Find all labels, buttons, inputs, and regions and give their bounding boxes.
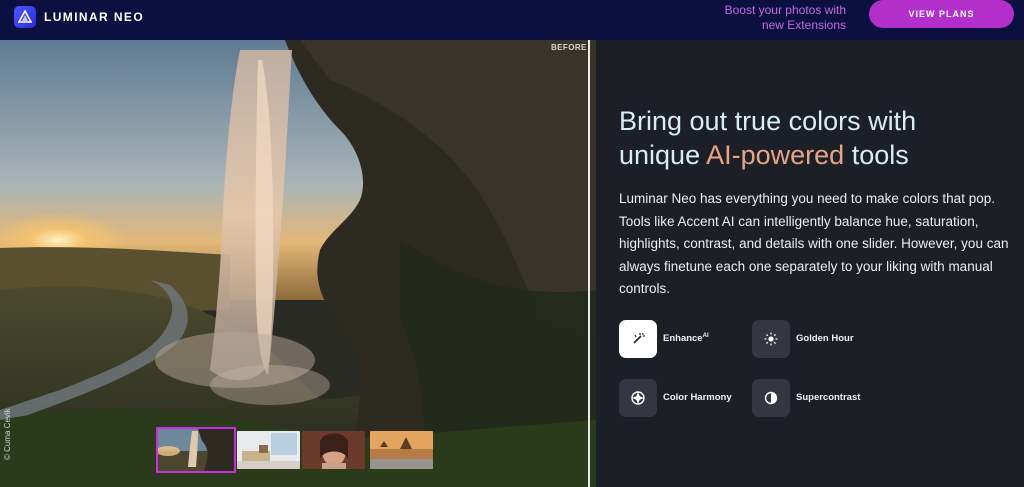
feature-supercontrast[interactable]: Supercontrast — [752, 379, 882, 417]
headline-line-1: Bring out true colors with — [619, 106, 917, 136]
sun-icon — [752, 320, 790, 358]
waterfall-photo — [0, 40, 596, 487]
feature-label-supercontrast: Supercontrast — [796, 392, 861, 403]
luminar-logo-icon[interactable] — [14, 6, 36, 28]
thumbnail-waterfall[interactable] — [156, 427, 236, 473]
thumbnail-interior[interactable] — [237, 431, 300, 469]
contrast-icon — [752, 379, 790, 417]
view-plans-button[interactable]: VIEW PLANS — [869, 0, 1014, 28]
headline-line-2: unique AI-powered tools — [619, 138, 1019, 172]
before-label: BEFORE — [551, 43, 587, 52]
top-navigation-bar: LUMINAR NEO Boost your photos with new E… — [0, 0, 1024, 40]
feature-label-enhance: EnhanceAI — [663, 333, 709, 345]
aperture-icon — [619, 379, 657, 417]
before-after-photo-viewer[interactable]: BEFORE © Cuma Cevik — [0, 40, 596, 487]
feature-enhance-ai[interactable]: EnhanceAI — [619, 320, 739, 358]
feature-golden-hour[interactable]: Golden Hour — [752, 320, 872, 358]
extensions-promo-text[interactable]: Boost your photos with new Extensions — [696, 3, 846, 33]
thumbnail-landscape[interactable] — [370, 431, 433, 469]
brand-name[interactable]: LUMINAR NEO — [44, 10, 144, 24]
waterfall-thumbnail-image — [158, 429, 234, 471]
feature-color-harmony[interactable]: Color Harmony — [619, 379, 749, 417]
headline-word-tools: tools — [851, 140, 909, 170]
magic-wand-icon — [619, 320, 657, 358]
photo-credit: © Cuma Cevik — [3, 408, 12, 460]
headline-word-unique: unique — [619, 140, 701, 170]
interior-thumbnail-image — [237, 431, 300, 469]
feature-label-color-harmony: Color Harmony — [663, 392, 732, 403]
section-headline: Bring out true colors with unique AI-pow… — [619, 104, 1019, 172]
feature-description-panel: Bring out true colors with unique AI-pow… — [596, 40, 1024, 487]
comparison-slider-handle[interactable] — [588, 40, 590, 487]
section-description: Luminar Neo has everything you need to m… — [619, 191, 1009, 296]
promo-line-2: new Extensions — [761, 18, 846, 32]
thumbnail-portrait[interactable] — [302, 431, 365, 469]
landscape-thumbnail-image — [370, 431, 433, 469]
feature-label-golden-hour: Golden Hour — [796, 333, 854, 344]
headline-ai-powered: AI-powered — [706, 140, 845, 170]
promo-line-1: Boost your photos with — [724, 3, 846, 17]
portrait-thumbnail-image — [302, 431, 365, 469]
